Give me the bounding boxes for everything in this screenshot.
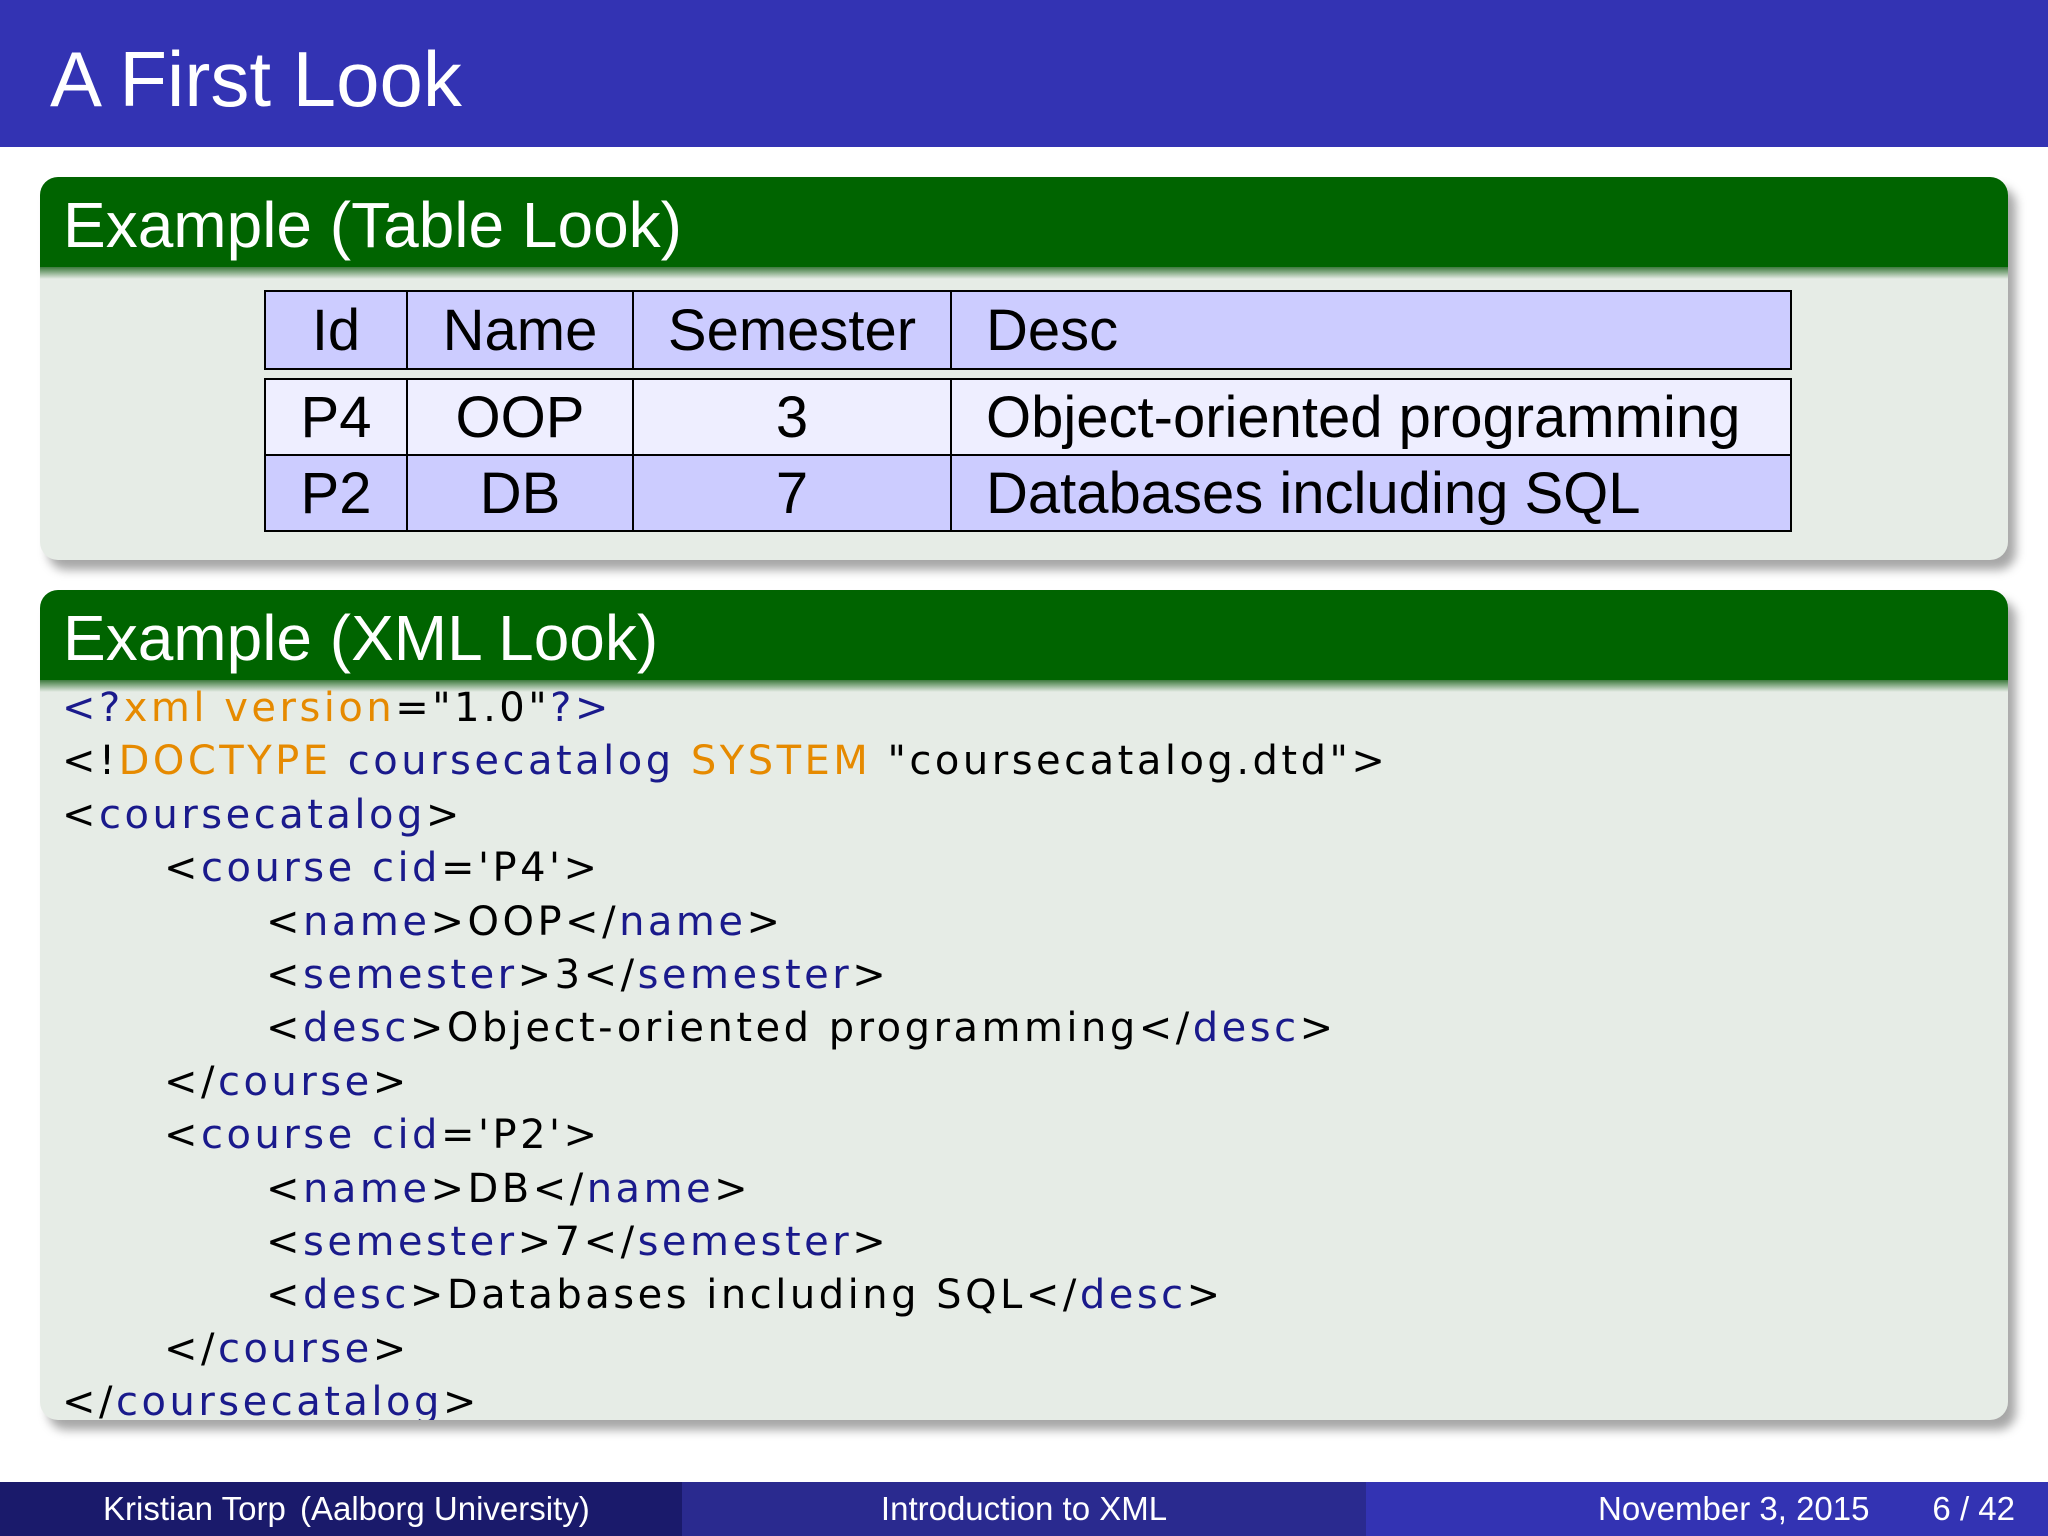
course-table: Id Name Semester Desc P4 OOP 3 Object-or… bbox=[264, 290, 1792, 532]
code-line: </course> bbox=[164, 1325, 410, 1372]
table-cell: P2 bbox=[264, 454, 408, 532]
header-cell-name: Name bbox=[406, 290, 634, 370]
xml-example-block: Example (XML Look) <?xml version="1.0"?>… bbox=[40, 590, 2008, 1420]
table-cell: 3 bbox=[632, 378, 952, 456]
xml-block-title: Example (XML Look) bbox=[63, 602, 659, 674]
footer-author: Kristian Torp bbox=[103, 1490, 286, 1527]
footer-date-section: November 3, 2015 6 / 42 bbox=[1366, 1482, 2048, 1536]
table-cell: DB bbox=[406, 454, 634, 532]
slide-footer: Kristian Torp (Aalborg University) Intro… bbox=[0, 1482, 2048, 1536]
header-cell-desc: Desc bbox=[950, 290, 1792, 370]
code-line: <!DOCTYPE coursecatalog SYSTEM "courseca… bbox=[62, 738, 1389, 785]
code-line: <desc>Object-oriented programming</desc> bbox=[266, 1005, 1337, 1052]
header-cell-id: Id bbox=[264, 290, 408, 370]
code-line: <desc>Databases including SQL</desc> bbox=[266, 1272, 1224, 1319]
code-line: <course cid='P2'> bbox=[164, 1112, 601, 1159]
code-line: <coursecatalog> bbox=[62, 791, 463, 838]
footer-title-section: Introduction to XML bbox=[682, 1482, 1366, 1536]
code-line: </coursecatalog> bbox=[62, 1379, 480, 1420]
slide-title-bar: A First Look bbox=[0, 0, 2048, 147]
footer-page-number: 6 / 42 bbox=[1932, 1490, 2015, 1527]
header-cell-semester: Semester bbox=[632, 290, 952, 370]
code-line: </course> bbox=[164, 1058, 410, 1105]
table-cell: Object-oriented programming bbox=[950, 378, 1792, 456]
course-table-area: Id Name Semester Desc P4 OOP 3 Object-or… bbox=[264, 290, 1792, 532]
table-header-row: Id Name Semester Desc bbox=[264, 290, 1792, 370]
table-cell: 7 bbox=[632, 454, 952, 532]
table-example-block: Example (Table Look) Id Name Semester De… bbox=[40, 177, 2008, 560]
table-cell: OOP bbox=[406, 378, 634, 456]
table-cell: Databases including SQL bbox=[950, 454, 1792, 532]
code-line: <semester>3</semester> bbox=[266, 951, 890, 998]
footer-author-section: Kristian Torp (Aalborg University) bbox=[0, 1482, 682, 1536]
footer-date: November 3, 2015 bbox=[1598, 1490, 1870, 1527]
code-line: <name>OOP</name> bbox=[266, 898, 784, 945]
code-line: <name>DB</name> bbox=[266, 1165, 752, 1212]
table-block-header: Example (Table Look) bbox=[40, 177, 2008, 279]
table-cell: P4 bbox=[264, 378, 408, 456]
xml-block-header: Example (XML Look) bbox=[40, 590, 2008, 692]
code-line: <semester>7</semester> bbox=[266, 1218, 890, 1265]
table-row: P2 DB 7 Databases including SQL bbox=[264, 454, 1792, 532]
footer-talk-title: Introduction to XML bbox=[880, 1490, 1168, 1527]
table-block-title: Example (Table Look) bbox=[63, 189, 682, 261]
code-line: <course cid='P4'> bbox=[164, 845, 601, 892]
code-line: <?xml version="1.0"?> bbox=[62, 685, 612, 731]
xml-code-listing: <?xml version="1.0"?> <!DOCTYPE courseca… bbox=[62, 682, 1388, 1420]
table-row: P4 OOP 3 Object-oriented programming bbox=[264, 378, 1792, 456]
footer-institution: (Aalborg University) bbox=[300, 1490, 590, 1527]
slide-title: A First Look bbox=[50, 35, 462, 123]
